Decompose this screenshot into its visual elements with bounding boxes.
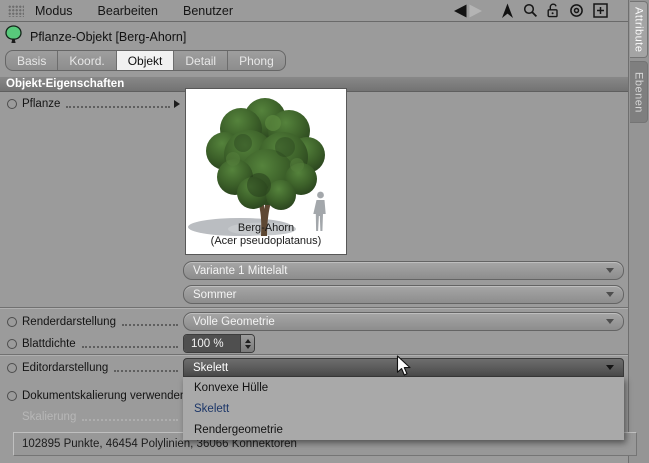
menu-item-skelett[interactable]: Skelett [183,398,624,419]
keyframe-circle-icon[interactable] [7,99,17,109]
variante-value: Variante 1 Mittelalt [193,265,287,277]
row-skalierung: Skalierung [0,408,182,426]
plant-preview[interactable]: Berg-Ahorn (Acer pseudoplatanus) [185,88,347,255]
grip-handle-icon[interactable] [8,5,24,17]
add-box-icon[interactable] [593,3,608,18]
plant-caption: Berg-Ahorn (Acer pseudoplatanus) [186,222,346,247]
saison-dropdown[interactable]: Sommer [183,285,624,304]
keyframe-circle-icon[interactable] [7,363,17,373]
renderdarstellung-value: Volle Geometrie [193,316,275,328]
row-pflanze: Pflanze [0,95,182,113]
plant-tree-icon [5,25,22,49]
row-blattdichte: Blattdichte [0,335,182,353]
plant-name: Berg-Ahorn [186,222,346,235]
menu-item-rendergeometrie[interactable]: Rendergeometrie [183,419,624,440]
tab-phong[interactable]: Phong [228,51,285,70]
label-renderdarstellung: Renderdarstellung [22,316,116,328]
saison-value: Sommer [193,289,236,301]
attribute-manager-window: Modus Bearbeiten Benutzer Attribute Eben… [0,0,649,463]
label-pflanze: Pflanze [22,98,60,110]
row-dokumentskalierung: Dokumentskalierung verwenden [0,387,200,405]
blattdichte-value-field[interactable]: 100 % [184,335,240,352]
side-tab-ebenen[interactable]: Ebenen [630,61,648,123]
menubar: Modus Bearbeiten Benutzer [0,0,628,22]
label-dokumentskalierung: Dokumentskalierung verwenden [22,390,186,402]
search-icon[interactable] [523,3,538,18]
separator [0,307,628,309]
keyframe-circle-icon[interactable] [7,317,17,327]
chevron-down-icon [606,268,614,273]
dotted-leader [122,318,178,326]
up-arrow-icon[interactable] [501,3,514,19]
tab-koord[interactable]: Koord. [58,51,116,70]
history-back-icon[interactable] [452,4,468,18]
tab-detail[interactable]: Detail [174,51,228,70]
chevron-down-icon [606,365,614,370]
row-renderdarstellung: Renderdarstellung [0,313,182,331]
editordarstellung-menu: Konvexe Hülle Skelett Rendergeometrie [183,377,624,440]
blattdichte-input: 100 % [183,334,255,353]
tab-basis[interactable]: Basis [6,51,58,70]
keyframe-circle-icon[interactable] [7,391,17,401]
chevron-down-icon [606,319,614,324]
history-forward-icon[interactable] [468,4,484,18]
plant-species: (Acer pseudoplatanus) [186,235,346,248]
editordarstellung-dropdown-open[interactable]: Skelett [183,358,624,377]
chevron-down-icon [606,292,614,297]
object-header: Pflanze-Objekt [Berg-Ahorn] [5,27,186,47]
menu-benutzer[interactable]: Benutzer [183,4,233,18]
side-tab-attribute[interactable]: Attribute [630,1,648,58]
side-tab-strip: Attribute Ebenen [628,0,649,463]
tab-objekt[interactable]: Objekt [117,51,175,70]
editordarstellung-value: Skelett [193,362,228,374]
row-editordarstellung: Editordarstellung [0,359,182,377]
expand-triangle-icon[interactable] [174,100,180,108]
stepper-up-icon[interactable] [245,339,251,343]
dotted-leader [82,340,178,348]
dotted-leader [66,100,170,108]
blattdichte-stepper[interactable] [240,335,254,352]
target-icon[interactable] [569,3,584,18]
menu-bearbeiten[interactable]: Bearbeiten [98,4,158,18]
separator [0,354,628,356]
dotted-leader [82,413,178,421]
object-title: Pflanze-Objekt [Berg-Ahorn] [30,30,186,44]
variante-dropdown[interactable]: Variante 1 Mittelalt [183,261,624,280]
label-skalierung: Skalierung [22,411,76,423]
label-blattdichte: Blattdichte [22,338,76,350]
lock-open-icon[interactable] [547,3,560,18]
renderdarstellung-dropdown[interactable]: Volle Geometrie [183,312,624,331]
attribute-tabs: Basis Koord. Objekt Detail Phong [5,50,286,71]
dotted-leader [114,364,178,372]
menubar-nav-icons [452,3,628,19]
label-editordarstellung: Editordarstellung [22,362,108,374]
menu-item-konvexe-huelle[interactable]: Konvexe Hülle [183,377,624,398]
stepper-down-icon[interactable] [245,345,251,349]
menu-modus[interactable]: Modus [35,4,73,18]
keyframe-circle-icon[interactable] [7,339,17,349]
